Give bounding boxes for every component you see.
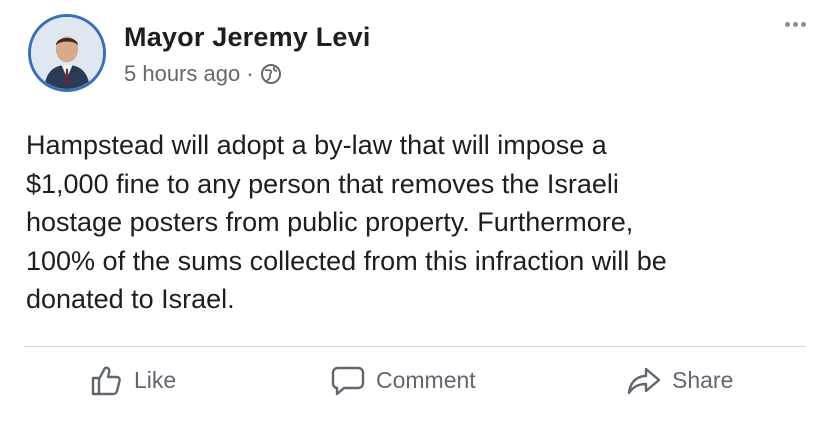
more-options-icon[interactable] bbox=[785, 22, 806, 27]
share-arrow-icon bbox=[627, 367, 661, 395]
post-subline: 5 hours ago · bbox=[124, 61, 371, 87]
post-header: Mayor Jeremy Levi 5 hours ago · bbox=[28, 14, 371, 92]
share-button[interactable]: Share bbox=[626, 362, 733, 398]
post-actions-bar: Like Comment Share bbox=[0, 362, 828, 418]
separator-dot: · bbox=[246, 61, 254, 86]
avatar-photo bbox=[31, 17, 103, 89]
share-label: Share bbox=[672, 366, 734, 393]
like-label: Like bbox=[134, 366, 177, 393]
like-button[interactable]: Like bbox=[88, 362, 176, 398]
comment-button[interactable]: Comment bbox=[330, 362, 476, 398]
comment-label: Comment bbox=[376, 366, 476, 393]
avatar[interactable] bbox=[28, 14, 106, 92]
facebook-post: Mayor Jeremy Levi 5 hours ago · Hampstea… bbox=[0, 0, 828, 436]
globe-icon bbox=[260, 64, 281, 84]
post-body-text: Hampstead will adopt a by-law that will … bbox=[26, 130, 667, 314]
post-timestamp[interactable]: 5 hours ago bbox=[124, 61, 240, 87]
divider bbox=[24, 346, 806, 347]
thumbs-up-icon bbox=[91, 366, 121, 396]
comment-bubble-icon bbox=[331, 366, 365, 396]
post-meta: Mayor Jeremy Levi 5 hours ago · bbox=[124, 22, 371, 87]
author-name[interactable]: Mayor Jeremy Levi bbox=[124, 22, 371, 53]
